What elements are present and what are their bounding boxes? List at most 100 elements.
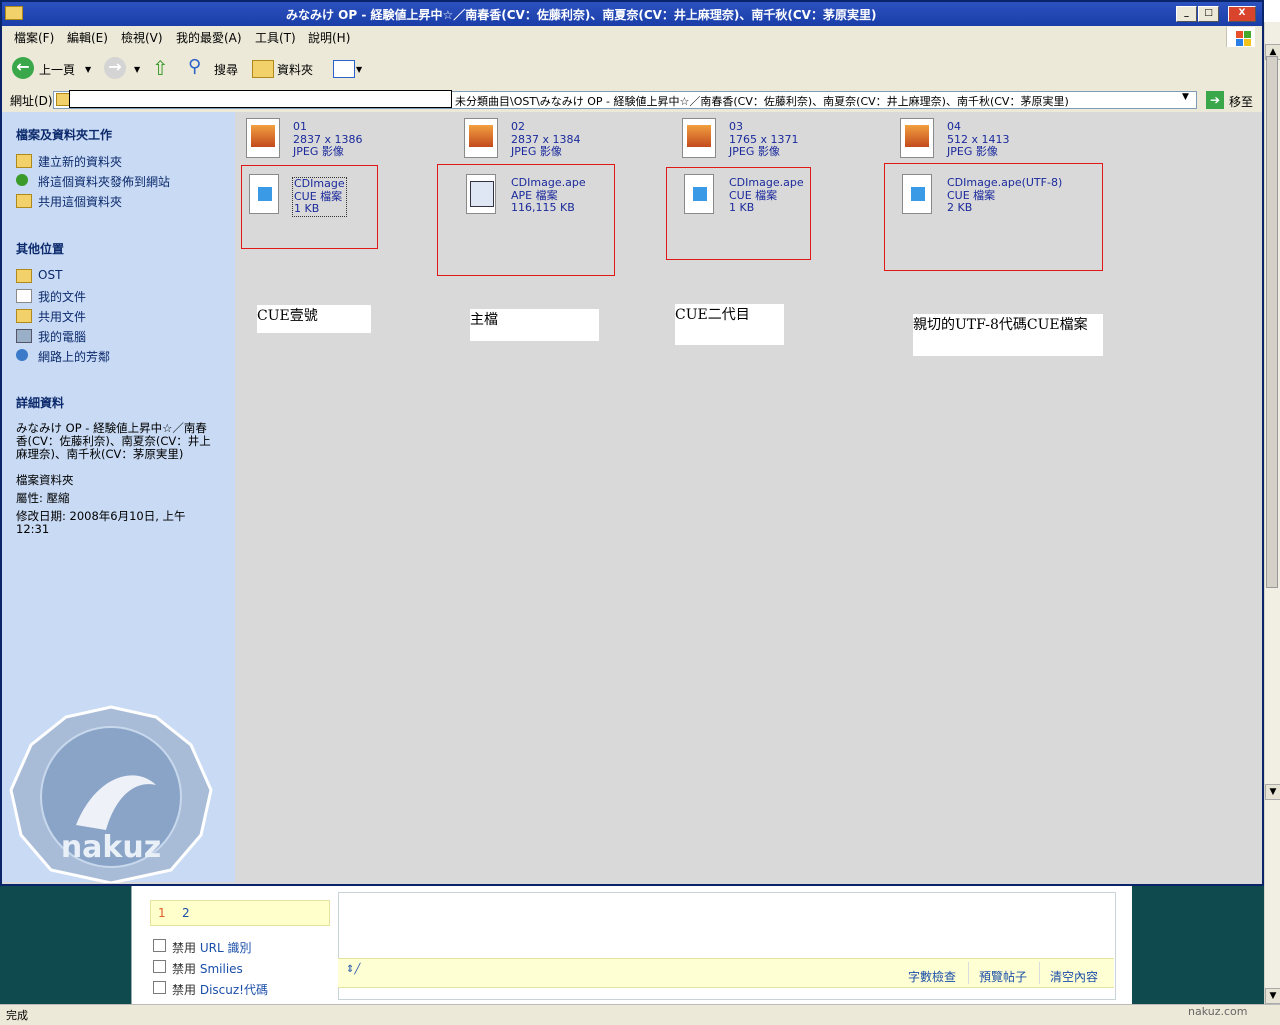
jpeg-file-icon[interactable]	[464, 118, 498, 158]
folder-icon	[16, 269, 32, 283]
file-item-cdimage-ape[interactable]: CDImage.ape APE 檔案 116,115 KB	[511, 176, 586, 215]
annotation-label: CUE壹號	[257, 305, 371, 333]
annotation-label: 主檔	[470, 309, 599, 341]
file-name: 03	[729, 120, 743, 133]
window-title: みなみけ OP - 経験値上昇中☆／南春香(CV：佐藤利奈)、南夏奈(CV：井上…	[286, 8, 877, 22]
network-places-icon	[16, 349, 28, 361]
search-icon[interactable]: ⚲	[188, 56, 201, 77]
go-button[interactable]: 移至	[1229, 93, 1253, 110]
folders-button[interactable]: 資料夾	[277, 61, 313, 78]
chevron-down-icon[interactable]: ▼	[356, 65, 362, 74]
file-name: CDImage.ape(UTF-8)	[947, 176, 1063, 189]
share-folder-icon	[16, 194, 32, 208]
page-tab-2[interactable]: 2	[182, 906, 190, 920]
up-folder-icon[interactable]: ⇧	[152, 56, 169, 80]
publish-folder-link[interactable]: 將這個資料夾發佈到網站	[38, 173, 170, 190]
divider	[1039, 962, 1040, 984]
disable-smilies-checkbox[interactable]	[153, 960, 166, 973]
make-new-folder-link[interactable]: 建立新的資料夾	[38, 153, 122, 170]
new-folder-icon	[16, 154, 32, 168]
file-name: 04	[947, 120, 961, 133]
place-ost-link[interactable]: OST	[38, 268, 62, 282]
place-shared-documents-link[interactable]: 共用文件	[38, 308, 86, 325]
file-item-01[interactable]: 01 2837 x 1386 JPEG 影像	[293, 120, 363, 159]
file-tasks-heading: 檔案及資料夾工作	[16, 128, 113, 142]
file-item-cdimage-utf8-cue[interactable]: CDImage.ape(UTF-8) CUE 檔案 2 KB	[947, 176, 1063, 215]
ape-file-icon[interactable]	[466, 174, 496, 214]
jpeg-file-icon[interactable]	[682, 118, 716, 158]
menu-favorites[interactable]: 我的最愛(A)	[176, 29, 242, 46]
share-folder-link[interactable]: 共用這個資料夾	[38, 193, 122, 210]
divider	[968, 962, 969, 984]
file-name: CDImage.ape	[511, 176, 586, 189]
discuz-code-link[interactable]: Discuz!代碼	[200, 983, 268, 997]
menu-view[interactable]: 檢視(V)	[121, 29, 163, 46]
disable-discuz-checkbox[interactable]	[153, 981, 166, 994]
views-grid-icon[interactable]	[333, 60, 355, 78]
folder-icon	[5, 6, 23, 20]
back-arrow-icon[interactable]: ←	[12, 57, 34, 79]
menu-help[interactable]: 說明(H)	[308, 29, 350, 46]
publish-web-icon	[16, 174, 28, 186]
url-recognition-link[interactable]: URL 識別	[200, 941, 252, 955]
disable-discuz-option: 禁用 Discuz!代碼	[172, 981, 268, 998]
watermark-text: nakuz.com	[1188, 1005, 1248, 1018]
menu-file[interactable]: 檔案(F)	[14, 29, 54, 46]
scroll-down-arrow-icon[interactable]: ▼	[1265, 988, 1280, 1004]
preview-post-button[interactable]: 預覽帖子	[979, 968, 1027, 985]
my-documents-icon	[16, 289, 32, 303]
clear-content-button[interactable]: 清空內容	[1050, 968, 1098, 985]
file-item-03[interactable]: 03 1765 x 1371 JPEG 影像	[729, 120, 799, 159]
address-path[interactable]: 未分類曲目\OST\みなみけ OP - 経験値上昇中☆／南春香(CV：佐藤利奈)…	[455, 93, 1069, 109]
minimize-button[interactable]: _	[1176, 6, 1197, 22]
menu-edit[interactable]: 編輯(E)	[67, 29, 108, 46]
file-item-04[interactable]: 04 512 x 1413 JPEG 影像	[947, 120, 1010, 159]
menu-tools[interactable]: 工具(T)	[255, 29, 296, 46]
windows-logo-icon	[1226, 27, 1255, 47]
cue-file-icon[interactable]	[902, 174, 932, 214]
address-label: 網址(D)	[10, 94, 53, 108]
file-name: CDImage	[294, 177, 345, 190]
maximize-button[interactable]: □	[1198, 6, 1219, 22]
disable-url-checkbox[interactable]	[153, 939, 166, 952]
cue-file-icon[interactable]	[249, 174, 279, 214]
word-count-button[interactable]: 字數檢查	[908, 968, 956, 985]
nakuz-seal-logo: nakuz	[9, 705, 213, 883]
disable-url-option: 禁用 URL 識別	[172, 939, 251, 956]
browser-status-bar	[0, 1004, 1280, 1025]
go-arrow-icon[interactable]: ➔	[1206, 91, 1224, 109]
file-size: 1 KB	[294, 202, 320, 215]
cue-file-icon[interactable]	[684, 174, 714, 214]
disable-smilies-option: 禁用 Smilies	[172, 960, 243, 977]
smilies-link[interactable]: Smilies	[200, 962, 243, 976]
place-my-computer-link[interactable]: 我的電腦	[38, 328, 86, 345]
scrollbar-thumb[interactable]	[1266, 56, 1278, 588]
file-size: 2 KB	[947, 201, 973, 214]
back-button[interactable]: 上一頁	[39, 61, 75, 78]
resize-arrows-icon[interactable]: ⇕╱	[346, 964, 360, 975]
folders-icon[interactable]	[252, 60, 274, 78]
page-tab-1[interactable]: 1	[158, 906, 166, 920]
place-my-documents-link[interactable]: 我的文件	[38, 288, 86, 305]
scroll-down-arrow-icon[interactable]: ▼	[1265, 784, 1280, 800]
chevron-down-icon[interactable]: ▼	[85, 65, 91, 74]
details-type: 檔案資料夾	[16, 473, 74, 487]
chevron-down-icon[interactable]: ▼	[1182, 92, 1189, 102]
file-item-cdimage-cue[interactable]: CDImage CUE 檔案 1 KB	[292, 177, 347, 217]
file-item-cdimage-ape-cue[interactable]: CDImage.ape CUE 檔案 1 KB	[729, 176, 804, 215]
file-item-02[interactable]: 02 2837 x 1384 JPEG 影像	[511, 120, 581, 159]
jpeg-file-icon[interactable]	[900, 118, 934, 158]
option-prefix: 禁用	[172, 962, 197, 976]
jpeg-file-icon[interactable]	[246, 118, 280, 158]
chevron-down-icon[interactable]: ▼	[134, 65, 140, 74]
place-network-link[interactable]: 網路上的芳鄰	[38, 348, 110, 365]
details-heading: 詳細資料	[16, 396, 65, 410]
forward-arrow-icon[interactable]: →	[104, 57, 126, 79]
close-button[interactable]: X	[1228, 6, 1256, 22]
file-name: 02	[511, 120, 525, 133]
file-size: 116,115 KB	[511, 201, 575, 214]
details-attributes: 屬性: 壓縮	[16, 491, 70, 505]
other-places-heading: 其他位置	[16, 242, 65, 256]
seal-text: nakuz	[61, 830, 161, 865]
search-button[interactable]: 搜尋	[214, 61, 238, 78]
